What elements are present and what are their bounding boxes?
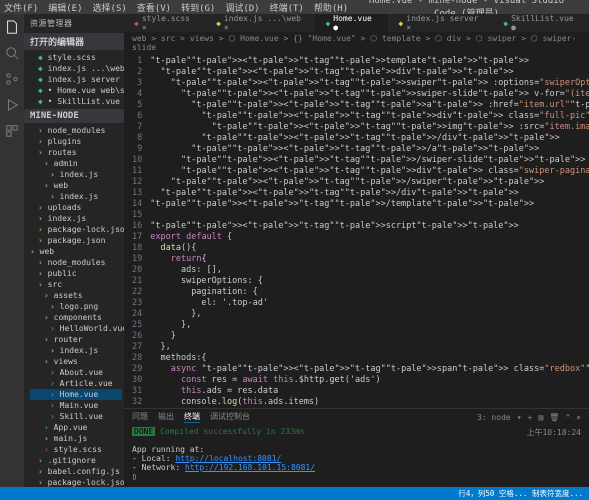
new-terminal-icon[interactable]: + xyxy=(528,413,533,422)
tree-item[interactable]: › router xyxy=(30,334,122,345)
open-editor-item[interactable]: ◆ style.scss xyxy=(30,52,122,63)
tree-item[interactable]: › assets xyxy=(30,290,122,301)
compile-time: 上午10:18:24 xyxy=(526,427,581,438)
menu-edit[interactable]: 编辑(E) xyxy=(48,1,82,14)
tree-item[interactable]: › Home.vue xyxy=(30,389,122,400)
sidebar-title: 资源管理器 xyxy=(24,14,124,33)
tree-item[interactable]: › web xyxy=(30,246,122,257)
files-icon[interactable] xyxy=(5,20,19,34)
tree-item[interactable]: › node_modules xyxy=(30,257,122,268)
line-gutter: 1 2 3 4 5 6 7 8 9 10 11 12 13 14 15 16 1… xyxy=(124,54,146,408)
extensions-icon[interactable] xyxy=(5,124,19,138)
local-label: - Local: xyxy=(132,454,175,463)
tree-item[interactable]: › uploads xyxy=(30,202,122,213)
network-label: - Network: xyxy=(132,463,185,472)
code-lines[interactable]: "t-pale""t-pale">><"t-pale">>"t-tag""t-p… xyxy=(146,54,589,408)
network-url[interactable]: http://192.168.101.15:8081/ xyxy=(185,463,315,472)
menu-goto[interactable]: 转到(G) xyxy=(181,1,215,14)
panel-tab-problems[interactable]: 问题 xyxy=(132,411,148,423)
tree-item[interactable]: › HelloWorld.vue xyxy=(30,323,122,334)
panel-tabs: 问题 输出 终端 调试控制台 3: node ▾ + ▥ 🗑 ^ × xyxy=(124,409,589,425)
menu-help[interactable]: 帮助(H) xyxy=(314,1,348,14)
status-right: 行4，列50 空格... 制表符宽度... xyxy=(458,488,583,499)
tree-item[interactable]: › index.js xyxy=(30,345,122,356)
tree-item[interactable]: › Skill.vue xyxy=(30,411,122,422)
editor-tab[interactable]: ◆SkillList.vue ● xyxy=(493,14,589,32)
tree-item[interactable]: › components xyxy=(30,312,122,323)
close-panel-icon[interactable]: × xyxy=(576,413,581,422)
editor-area: ◆style.scss ×◆index.js ...\web ×◆Home.vu… xyxy=(124,14,589,500)
menubar: 文件(F) 编辑(E) 选择(S) 查看(V) 转到(G) 调试(D) 终端(T… xyxy=(0,0,589,14)
tree-item[interactable]: › web xyxy=(30,180,122,191)
tree-item[interactable]: › style.scss xyxy=(30,444,122,455)
menu-terminal[interactable]: 终端(T) xyxy=(270,1,304,14)
panel-tab-output[interactable]: 输出 xyxy=(158,411,174,423)
open-editor-item[interactable]: ◆ • Home.vue web\src\views xyxy=(30,85,122,96)
sidebar: 资源管理器 打开的编辑器 ◆ style.scss◆ index.js ...\… xyxy=(24,14,124,500)
tree-item[interactable]: › .gitignore xyxy=(30,455,122,466)
compile-msg: Compiled successfully in 233ms xyxy=(160,427,305,436)
trash-icon[interactable]: 🗑 xyxy=(549,413,559,422)
code-editor[interactable]: 1 2 3 4 5 6 7 8 9 10 11 12 13 14 15 16 1… xyxy=(124,54,589,408)
tree-item[interactable]: › package-lock.json xyxy=(30,224,122,235)
breadcrumbs[interactable]: web > src > views > ⬡ Home.vue > {} "Hom… xyxy=(124,32,589,54)
chevron-down-icon[interactable]: ▾ xyxy=(517,413,522,422)
tree-item[interactable]: › package.json xyxy=(30,235,122,246)
debug-icon[interactable] xyxy=(5,98,19,112)
tree-item[interactable]: › node_modules xyxy=(30,125,122,136)
tree-item[interactable]: › admin xyxy=(30,158,122,169)
scm-icon[interactable] xyxy=(5,72,19,86)
running-at: App running at: xyxy=(132,445,581,454)
maximize-icon[interactable]: ^ xyxy=(565,413,570,422)
cursor: ▯ xyxy=(132,472,581,481)
tree-item[interactable]: › public xyxy=(30,268,122,279)
search-icon[interactable] xyxy=(5,46,19,60)
menu-file[interactable]: 文件(F) xyxy=(4,1,38,14)
tree-item[interactable]: › views xyxy=(30,356,122,367)
editor-tab[interactable]: ◆style.scss × xyxy=(124,14,206,32)
open-editor-item[interactable]: ◆ index.js server xyxy=(30,74,122,85)
panel-tab-terminal[interactable]: 终端 xyxy=(184,411,200,423)
project-header[interactable]: MINE-NODE xyxy=(24,109,124,123)
tree-item[interactable]: › plugins xyxy=(30,136,122,147)
tree-item[interactable]: › routes xyxy=(30,147,122,158)
tree-item[interactable]: › Main.vue xyxy=(30,400,122,411)
local-url[interactable]: http://localhost:8081/ xyxy=(175,454,281,463)
file-tree: › node_modules› plugins› routes› admin› … xyxy=(24,123,124,500)
terminal-body[interactable]: DONE Compiled successfully in 233ms 上午10:… xyxy=(124,425,589,483)
menu-debug[interactable]: 调试(D) xyxy=(225,1,259,14)
editor-tab[interactable]: ◆Home.vue ● xyxy=(315,14,388,32)
menu-view[interactable]: 查看(V) xyxy=(137,1,171,14)
open-editor-item[interactable]: ◆ index.js ...\web xyxy=(30,63,122,74)
terminal-selector[interactable]: 3: node xyxy=(477,413,511,422)
editor-tab[interactable]: ◆index.js server × xyxy=(388,14,493,32)
tree-item[interactable]: › Article.vue xyxy=(30,378,122,389)
panel-tab-debug[interactable]: 调试控制台 xyxy=(210,411,250,423)
done-badge: DONE xyxy=(132,427,155,436)
tree-item[interactable]: › App.vue xyxy=(30,422,122,433)
editor-tabs: ◆style.scss ×◆index.js ...\web ×◆Home.vu… xyxy=(124,14,589,32)
tree-item[interactable]: › src xyxy=(30,279,122,290)
tree-item[interactable]: › About.vue xyxy=(30,367,122,378)
menu-select[interactable]: 选择(S) xyxy=(93,1,127,14)
tree-item[interactable]: › index.js xyxy=(30,169,122,180)
tree-item[interactable]: › main.js xyxy=(30,433,122,444)
status-bar[interactable]: 行4，列50 空格... 制表符宽度... xyxy=(0,487,589,500)
activity-bar xyxy=(0,14,24,500)
editor-tab[interactable]: ◆index.js ...\web × xyxy=(206,14,315,32)
tree-item[interactable]: › babel.config.js xyxy=(30,466,122,477)
tree-item[interactable]: › index.js xyxy=(30,191,122,202)
open-editors-header[interactable]: 打开的编辑器 xyxy=(24,33,124,50)
tree-item[interactable]: › logo.png xyxy=(30,301,122,312)
open-editors-list: ◆ style.scss◆ index.js ...\web◆ index.js… xyxy=(24,50,124,109)
tree-item[interactable]: › index.js xyxy=(30,213,122,224)
open-editor-item[interactable]: ◆ • SkillList.vue admin\src\... xyxy=(30,96,122,107)
split-terminal-icon[interactable]: ▥ xyxy=(538,413,543,422)
